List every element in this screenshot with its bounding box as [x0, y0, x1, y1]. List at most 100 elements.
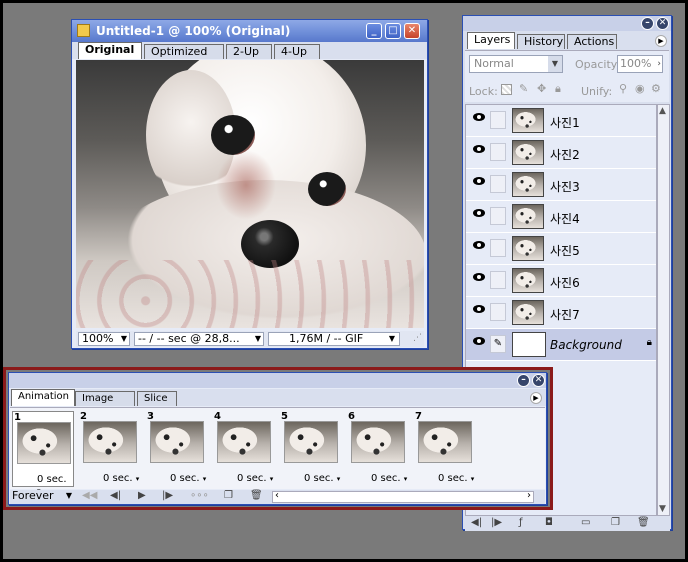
- visibility-eye-icon[interactable]: [470, 303, 488, 321]
- tab-slice[interactable]: Slice: [137, 391, 177, 406]
- layer-row[interactable]: ✎ Background 🔒︎: [466, 329, 656, 361]
- timing-select[interactable]: -- / -- sec @ 28,8... ▼: [134, 332, 264, 346]
- animation-frame[interactable]: 70 sec. ▾: [414, 411, 476, 487]
- layer-row[interactable]: 사진4: [466, 201, 656, 233]
- close-button[interactable]: ✕: [404, 23, 420, 39]
- layer-row[interactable]: 사진2: [466, 137, 656, 169]
- tab-original[interactable]: Original: [78, 42, 142, 59]
- link-toggle[interactable]: [490, 239, 506, 257]
- link-toggle[interactable]: [490, 271, 506, 289]
- tab-animation[interactable]: Animation: [11, 389, 75, 406]
- animation-titlebar[interactable]: – ✕: [9, 373, 546, 388]
- layer-row[interactable]: 사진5: [466, 233, 656, 265]
- frame-thumbnail: [284, 421, 338, 463]
- minimize-button[interactable]: –: [641, 17, 654, 30]
- layer-thumbnail: [512, 268, 544, 293]
- tab-actions[interactable]: Actions: [567, 34, 617, 49]
- loop-select[interactable]: Forever ▼: [12, 490, 72, 503]
- new-set-icon[interactable]: ▭: [581, 517, 590, 528]
- size-select[interactable]: 1,76M / -- GIF ▼: [268, 332, 400, 346]
- panel-menu-icon[interactable]: ▶: [655, 35, 667, 47]
- animation-frame[interactable]: 40 sec. ▾: [213, 411, 275, 487]
- frame-delay[interactable]: 0 sec. ▾: [438, 473, 474, 484]
- trash-icon[interactable]: 🗑︎: [250, 490, 263, 501]
- document-titlebar[interactable]: Untitled-1 @ 100% (Original) _ □ ✕: [72, 20, 427, 42]
- visibility-eye-icon[interactable]: [470, 239, 488, 257]
- animation-frame[interactable]: 50 sec. ▾: [280, 411, 342, 487]
- maximize-button[interactable]: □: [385, 23, 401, 39]
- resize-grip-icon[interactable]: ⋰: [413, 333, 422, 343]
- scroll-right-icon[interactable]: ›: [527, 490, 531, 501]
- animation-frame[interactable]: 60 sec. ▾: [347, 411, 409, 487]
- layers-titlebar[interactable]: – ✕: [463, 16, 671, 31]
- first-frame-icon[interactable]: ◀◀: [82, 490, 97, 501]
- link-toggle[interactable]: [490, 175, 506, 193]
- layer-row[interactable]: 사진6: [466, 265, 656, 297]
- play-icon[interactable]: ▶: [138, 490, 146, 501]
- frame-delay[interactable]: 0 sec. ▾: [371, 473, 407, 484]
- brush-link-icon[interactable]: ✎: [490, 335, 506, 353]
- new-layer-icon[interactable]: ❐: [611, 517, 620, 528]
- animation-frame[interactable]: 10 sec. ▾: [12, 411, 74, 495]
- minimize-button[interactable]: _: [366, 23, 382, 39]
- layer-mask-icon[interactable]: ◘: [545, 517, 553, 528]
- lock-move-icon[interactable]: ✥: [537, 82, 546, 95]
- layer-row[interactable]: 사진3: [466, 169, 656, 201]
- visibility-eye-icon[interactable]: [470, 207, 488, 225]
- duplicate-frame-icon[interactable]: ❐: [224, 490, 233, 501]
- tab-2-up[interactable]: 2-Up: [226, 44, 272, 59]
- visibility-eye-icon[interactable]: [470, 175, 488, 193]
- zoom-select[interactable]: 100% ▼: [78, 332, 130, 346]
- blanket-pattern: [76, 260, 424, 328]
- unify-style-icon[interactable]: ⚙: [651, 82, 661, 95]
- tween-icon[interactable]: ∘∘∘: [190, 490, 209, 501]
- lock-transparent-icon[interactable]: [501, 84, 512, 95]
- next-frame-icon[interactable]: |▶: [491, 517, 502, 528]
- panel-menu-icon[interactable]: ▶: [530, 392, 542, 404]
- tab-layers[interactable]: Layers: [467, 32, 515, 49]
- opacity-value: 100%: [620, 57, 652, 70]
- visibility-eye-icon[interactable]: [470, 271, 488, 289]
- animation-frame[interactable]: 20 sec. ▾: [79, 411, 141, 487]
- minimize-button[interactable]: –: [517, 374, 530, 387]
- frame-delay[interactable]: 0 sec. ▾: [304, 473, 340, 484]
- lock-brush-icon[interactable]: ✎: [519, 82, 528, 95]
- prev-frame-icon[interactable]: ◀|: [110, 490, 121, 501]
- prev-frame-icon[interactable]: ◀|: [471, 517, 482, 528]
- layers-scrollbar[interactable]: ▲ ▼: [657, 104, 670, 516]
- lock-icon: 🔒︎: [646, 337, 652, 348]
- visibility-eye-icon[interactable]: [470, 335, 488, 353]
- link-toggle[interactable]: [490, 303, 506, 321]
- lock-all-icon[interactable]: 🔒︎: [555, 82, 561, 96]
- scroll-down-icon[interactable]: ▼: [659, 504, 666, 514]
- layer-row[interactable]: 사진7: [466, 297, 656, 329]
- next-frame-icon[interactable]: |▶: [162, 490, 173, 501]
- tab-history[interactable]: History: [517, 34, 565, 49]
- link-toggle[interactable]: [490, 111, 506, 129]
- trash-icon[interactable]: 🗑︎: [637, 517, 650, 528]
- layer-style-icon[interactable]: ƒ: [519, 517, 523, 528]
- frame-delay[interactable]: 0 sec. ▾: [170, 473, 206, 484]
- visibility-eye-icon[interactable]: [470, 143, 488, 161]
- tab-4-up[interactable]: 4-Up: [274, 44, 320, 59]
- close-button[interactable]: ✕: [532, 374, 545, 387]
- opacity-field[interactable]: 100% ›: [617, 55, 663, 73]
- scroll-left-icon[interactable]: ‹: [275, 490, 279, 501]
- tab-optimized[interactable]: Optimized: [144, 44, 224, 59]
- scroll-up-icon[interactable]: ▲: [659, 106, 666, 116]
- close-button[interactable]: ✕: [656, 17, 669, 30]
- unify-visibility-icon[interactable]: ◉: [635, 82, 645, 95]
- layer-row[interactable]: 사진1: [466, 105, 656, 137]
- tab-image-map[interactable]: Image Map: [75, 391, 135, 417]
- frame-delay[interactable]: 0 sec. ▾: [103, 473, 139, 484]
- link-toggle[interactable]: [490, 207, 506, 225]
- unify-position-icon[interactable]: ⚲: [619, 82, 627, 95]
- blend-mode-select[interactable]: Normal ▼: [469, 55, 563, 73]
- frame-delay[interactable]: 0 sec. ▾: [237, 473, 273, 484]
- canvas-photo[interactable]: [76, 60, 424, 328]
- link-toggle[interactable]: [490, 143, 506, 161]
- layer-thumbnail: [512, 204, 544, 229]
- animation-frame[interactable]: 30 sec. ▾: [146, 411, 208, 487]
- frames-scrollbar[interactable]: ‹ ›: [272, 490, 534, 503]
- visibility-eye-icon[interactable]: [470, 111, 488, 129]
